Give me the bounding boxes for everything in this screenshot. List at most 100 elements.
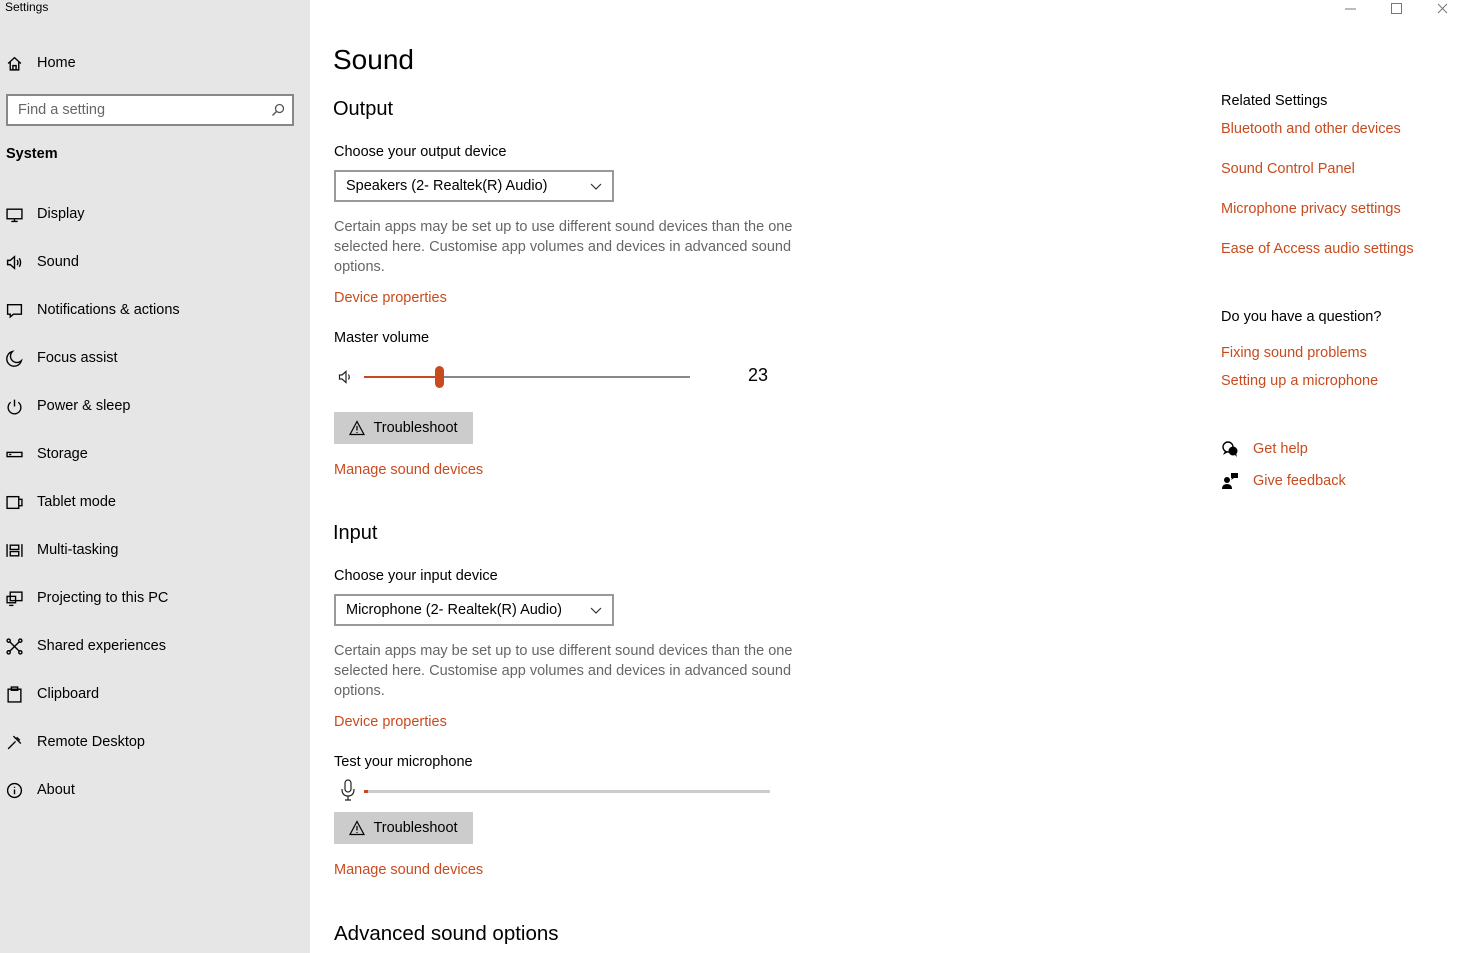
sidebar-item-label: Sound xyxy=(37,254,79,270)
sidebar-item-label: About xyxy=(37,782,75,798)
output-troubleshoot-button[interactable]: Troubleshoot xyxy=(334,412,473,444)
sidebar-item-power-sleep[interactable]: Power & sleep xyxy=(0,382,310,430)
shared-icon xyxy=(0,637,37,655)
master-volume-thumb[interactable] xyxy=(434,366,444,388)
input-device-properties-link[interactable]: Device properties xyxy=(334,714,447,730)
sidebar-item-label: Home xyxy=(37,55,76,71)
home-icon xyxy=(0,55,37,72)
sidebar-item-storage[interactable]: Storage xyxy=(0,430,310,478)
master-volume-label: Master volume xyxy=(334,330,430,346)
sidebar-item-display[interactable]: Display xyxy=(0,190,310,238)
button-label: Troubleshoot xyxy=(373,820,458,836)
output-heading: Output xyxy=(333,98,394,120)
section-label: System xyxy=(6,146,58,162)
sidebar-item-label: Notifications & actions xyxy=(37,302,180,318)
chevron-down-icon xyxy=(590,607,602,614)
feedback-icon xyxy=(1222,473,1238,489)
chat-help-icon xyxy=(1222,441,1238,457)
settings-window: Settings Home System Display Sound xyxy=(0,0,1465,953)
sidebar-item-label: Multi-tasking xyxy=(37,542,119,558)
sidebar-item-home[interactable]: Home xyxy=(0,46,310,80)
input-description: Certain apps may be set up to use differ… xyxy=(334,643,793,699)
sidebar-item-about[interactable]: About xyxy=(0,766,310,814)
multitasking-icon xyxy=(0,542,37,559)
ease-of-access-audio-link[interactable]: Ease of Access audio settings xyxy=(1221,241,1414,257)
microphone-level-fill xyxy=(364,790,369,793)
fixing-sound-problems-link[interactable]: Fixing sound problems xyxy=(1221,345,1367,361)
output-device-value: Speakers (2- Realtek(R) Audio) xyxy=(346,178,548,194)
get-help-label: Get help xyxy=(1253,441,1308,457)
output-device-properties-link[interactable]: Device properties xyxy=(334,290,447,306)
bluetooth-devices-link[interactable]: Bluetooth and other devices xyxy=(1221,121,1401,137)
notification-icon xyxy=(0,302,37,319)
output-description: Certain apps may be set up to use differ… xyxy=(334,219,793,275)
sound-control-panel-link[interactable]: Sound Control Panel xyxy=(1221,161,1355,177)
speaker-icon xyxy=(0,254,37,271)
sidebar-item-label: Tablet mode xyxy=(37,494,116,510)
chevron-down-icon xyxy=(590,183,602,190)
master-volume-fill xyxy=(364,376,439,378)
main-content: Sound Output Choose your output device S… xyxy=(310,0,1190,953)
clipboard-icon xyxy=(0,685,37,703)
sidebar-item-notifications[interactable]: Notifications & actions xyxy=(0,286,310,334)
microphone-level-row xyxy=(334,777,794,803)
minimize-button[interactable] xyxy=(1327,0,1373,16)
advanced-sound-heading: Advanced sound options xyxy=(334,922,559,945)
page-title: Sound xyxy=(333,44,414,75)
master-volume-slider[interactable] xyxy=(364,366,690,388)
microphone-level-meter xyxy=(364,790,770,793)
sidebar-item-label: Remote Desktop xyxy=(37,734,145,750)
info-icon xyxy=(0,782,37,799)
sidebar-item-label: Display xyxy=(37,206,85,222)
input-heading: Input xyxy=(333,522,378,544)
microphone-privacy-link[interactable]: Microphone privacy settings xyxy=(1221,201,1401,217)
maximize-button[interactable] xyxy=(1373,0,1419,16)
input-device-label: Choose your input device xyxy=(334,568,498,584)
moon-icon xyxy=(0,349,37,367)
search-icon[interactable] xyxy=(264,103,292,117)
input-device-value: Microphone (2- Realtek(R) Audio) xyxy=(346,602,562,618)
question-heading: Do you have a question? xyxy=(1221,309,1382,325)
projector-icon xyxy=(0,590,37,607)
give-feedback-label: Give feedback xyxy=(1253,473,1346,489)
search-input[interactable] xyxy=(8,102,264,118)
sidebar-item-multitasking[interactable]: Multi-tasking xyxy=(0,526,310,574)
button-label: Troubleshoot xyxy=(373,420,458,436)
input-manage-devices-link[interactable]: Manage sound devices xyxy=(334,862,483,878)
sidebar-item-label: Clipboard xyxy=(37,686,100,702)
remote-icon xyxy=(0,734,37,751)
sidebar-item-sound[interactable]: Sound xyxy=(0,238,310,286)
microphone-icon xyxy=(340,779,356,806)
input-device-dropdown[interactable]: Microphone (2- Realtek(R) Audio) xyxy=(334,594,614,626)
master-volume-value: 23 xyxy=(748,365,769,385)
sidebar-item-projecting[interactable]: Projecting to this PC xyxy=(0,574,310,622)
speaker-icon[interactable] xyxy=(338,369,354,390)
output-device-label: Choose your output device xyxy=(334,144,507,160)
app-title: Settings xyxy=(5,0,49,14)
sidebar-item-clipboard[interactable]: Clipboard xyxy=(0,670,310,718)
get-help-link[interactable]: Get help xyxy=(1221,440,1308,458)
storage-icon xyxy=(0,446,37,463)
sidebar-item-label: Shared experiences xyxy=(37,638,166,654)
related-settings-heading: Related Settings xyxy=(1221,93,1328,109)
warning-icon xyxy=(349,820,366,836)
output-device-dropdown[interactable]: Speakers (2- Realtek(R) Audio) xyxy=(334,170,614,202)
input-troubleshoot-button[interactable]: Troubleshoot xyxy=(334,812,473,844)
monitor-icon xyxy=(0,206,37,223)
close-button[interactable] xyxy=(1419,0,1465,16)
sidebar-item-label: Power & sleep xyxy=(37,398,131,414)
sidebar-item-tablet-mode[interactable]: Tablet mode xyxy=(0,478,310,526)
warning-icon xyxy=(349,420,366,436)
test-microphone-label: Test your microphone xyxy=(334,754,473,770)
sidebar-item-shared-experiences[interactable]: Shared experiences xyxy=(0,622,310,670)
search-box[interactable] xyxy=(6,94,294,126)
sidebar-item-focus-assist[interactable]: Focus assist xyxy=(0,334,310,382)
give-feedback-link[interactable]: Give feedback xyxy=(1221,472,1346,490)
setting-up-microphone-link[interactable]: Setting up a microphone xyxy=(1221,373,1378,389)
output-manage-devices-link[interactable]: Manage sound devices xyxy=(334,462,483,478)
sidebar-item-label: Focus assist xyxy=(37,350,118,366)
sidebar-item-label: Storage xyxy=(37,446,88,462)
sidebar: Settings Home System Display Sound xyxy=(0,0,310,953)
power-icon xyxy=(0,398,37,415)
sidebar-item-remote-desktop[interactable]: Remote Desktop xyxy=(0,718,310,766)
